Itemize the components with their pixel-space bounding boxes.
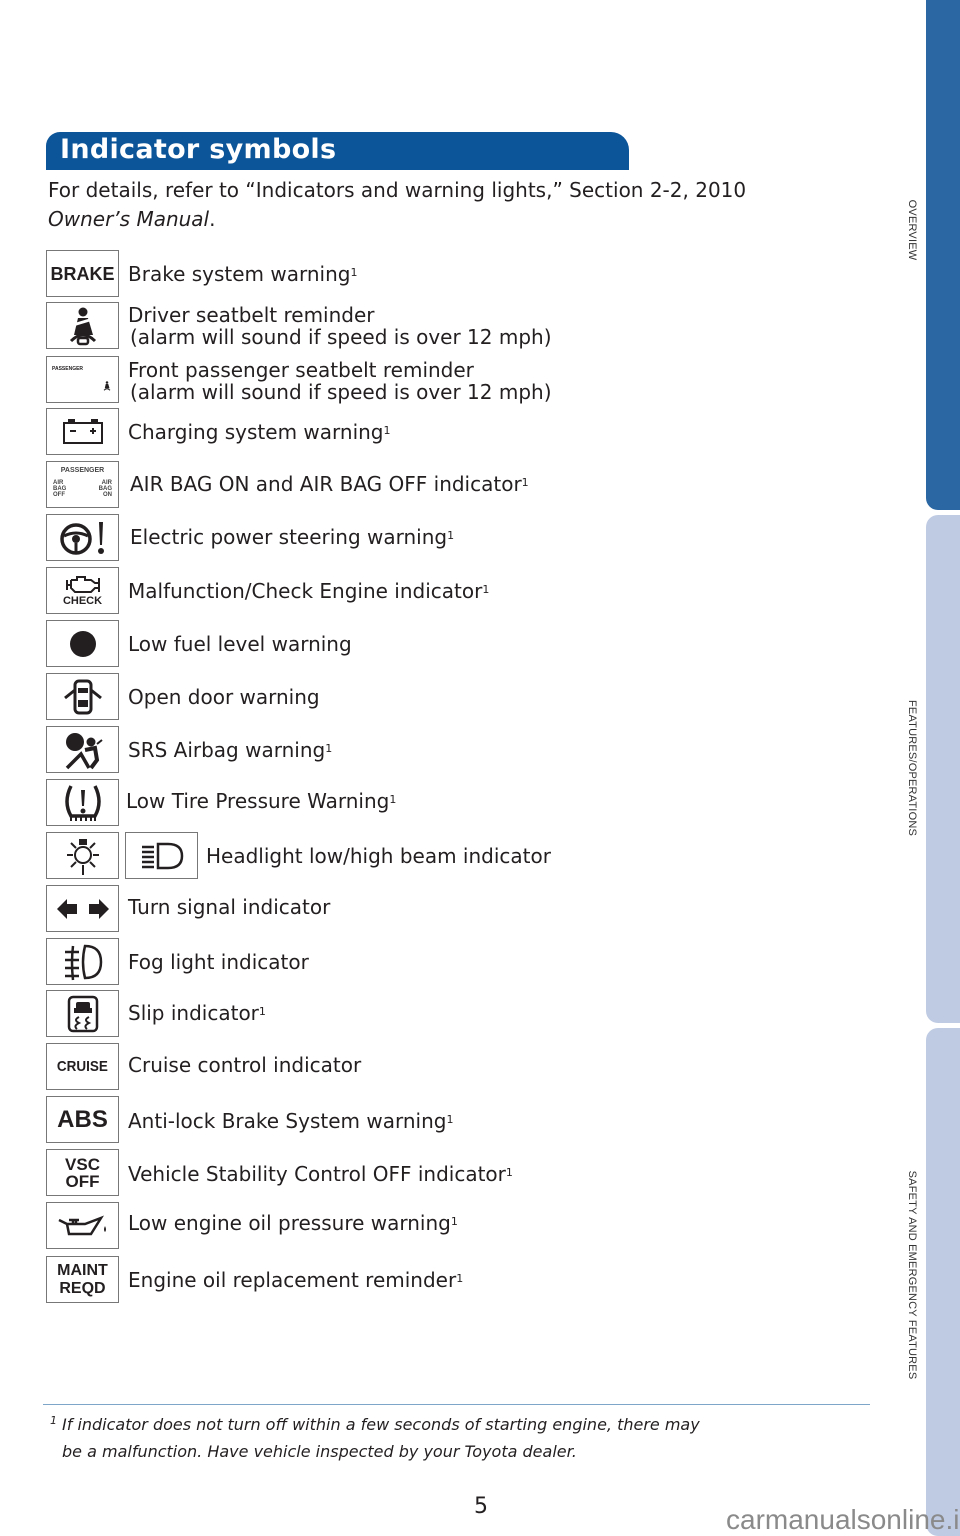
footnote-line-2: be a malfunction. Have vehicle inspected… (62, 1442, 577, 1461)
airbag-on-off-icon: PASSENGER AIR BAG OFF AIR BAG ON (46, 461, 119, 508)
indicator-label: Cruise control indicator (128, 1053, 362, 1077)
high-beam-icon (125, 832, 198, 879)
turn-signal-icon (46, 885, 119, 932)
manual-title: Owner’s Manual (48, 207, 210, 231)
section-title-bar: Indicator symbols (46, 132, 629, 170)
indicator-label: Brake system warning1 (128, 262, 358, 286)
indicator-label: Anti-lock Brake System warning1 (128, 1109, 454, 1133)
indicator-label: Turn signal indicator (128, 895, 331, 919)
open-door-icon (46, 673, 119, 720)
footnote-divider (43, 1404, 870, 1405)
page-title: Indicator symbols (60, 134, 337, 165)
battery-icon (46, 408, 119, 455)
indicator-sublabel: (alarm will sound if speed is over 12 mp… (130, 380, 552, 404)
footnote: 1 If indicator does not turn off within … (50, 1411, 862, 1465)
indicator-label: Open door warning (128, 685, 320, 709)
check-engine-icon: CHECK (46, 567, 119, 614)
low-fuel-dot-icon (46, 620, 119, 667)
indicator-label: Electric power steering warning1 (130, 525, 455, 549)
intro-line-2: Owner’s Manual. (48, 207, 216, 231)
indicator-label: Headlight low/high beam indicator (206, 844, 551, 868)
maint-reqd-text-icon: MAINT REQD (46, 1256, 119, 1303)
slip-icon (46, 990, 119, 1037)
intro-line-1: For details, refer to “Indicators and wa… (48, 178, 747, 202)
intro-text: For details, refer to “Indicators and wa… (48, 176, 848, 234)
indicator-sublabel: (alarm will sound if speed is over 12 mp… (130, 325, 552, 349)
indicator-label: Charging system warning1 (128, 420, 391, 444)
side-tab-overview[interactable] (926, 0, 960, 510)
cruise-text-icon: CRUISE (46, 1043, 119, 1090)
indicator-label: Engine oil replacement reminder1 (128, 1268, 464, 1292)
indicator-label: Malfunction/Check Engine indicator1 (128, 579, 490, 603)
indicator-label: Front passenger seatbelt reminder (128, 358, 474, 382)
srs-airbag-icon (46, 726, 119, 773)
watermark: carmanualsonline.info (726, 1504, 960, 1535)
passenger-seatbelt-icon: PASSENGER (46, 356, 119, 403)
tire-pressure-icon (46, 779, 119, 826)
headlight-icon (46, 832, 119, 879)
indicator-label: Low Tire Pressure Warning1 (126, 789, 397, 813)
indicator-label: SRS Airbag warning1 (128, 738, 333, 762)
side-tab-safety-emergency[interactable] (926, 1028, 960, 1536)
brake-text-icon: BRAKE (46, 250, 119, 297)
indicator-label: Driver seatbelt reminder (128, 303, 375, 327)
indicator-label: Fog light indicator (128, 950, 309, 974)
indicator-label: Vehicle Stability Control OFF indicator1 (128, 1162, 513, 1186)
fog-light-icon (46, 938, 119, 985)
indicator-label: Slip indicator1 (128, 1001, 266, 1025)
indicator-label: Low engine oil pressure warning1 (128, 1211, 458, 1235)
footnote-marker: 1 (50, 1414, 57, 1427)
vsc-off-text-icon: VSC OFF (46, 1149, 119, 1196)
abs-text-icon: ABS (46, 1096, 119, 1143)
power-steering-icon (46, 514, 119, 561)
oil-pressure-icon (46, 1202, 119, 1249)
side-tab-features-operations[interactable] (926, 515, 960, 1023)
indicator-label: Low fuel level warning (128, 632, 352, 656)
indicator-label: AIR BAG ON and AIR BAG OFF indicator1 (130, 472, 529, 496)
footnote-line-1: If indicator does not turn off within a … (62, 1415, 700, 1434)
page-number: 5 (474, 1494, 488, 1519)
driver-seatbelt-icon (46, 302, 119, 349)
